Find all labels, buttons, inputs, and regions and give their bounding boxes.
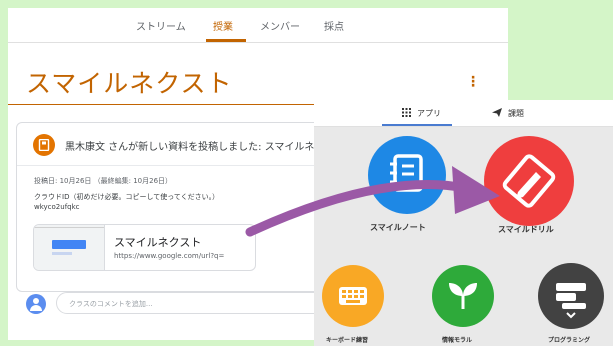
keyboard-icon: [322, 265, 384, 327]
material-icon: [33, 134, 55, 156]
tab-apps-label: アプリ: [417, 109, 441, 118]
app-information-moral[interactable]: 情報モラル: [424, 265, 504, 345]
app-label: プログラミング: [548, 337, 591, 344]
app-label: スマイルノート: [370, 223, 426, 232]
post-title[interactable]: 黒木康文 さんが新しい資料を投稿しました: スマイルネクスト: [65, 138, 344, 153]
active-tab-indicator: [206, 39, 246, 42]
post-body-text: クラウドID（初めだけ必要。コピーして使ってください。）: [34, 193, 220, 201]
blocks-icon: [538, 263, 604, 329]
grid-icon: [402, 108, 411, 117]
notebook-icon: [368, 136, 446, 214]
send-icon: [492, 108, 502, 117]
app-smile-note[interactable]: スマイルノート: [356, 136, 456, 246]
app-keyboard-practice[interactable]: キーボード練習: [314, 265, 389, 345]
launcher-tab-bar: アプリ 課題: [314, 100, 613, 127]
app-launcher-panel: アプリ 課題 スマイルノート スマイルドリル キーボード練習 情報モラル プログ…: [314, 100, 613, 346]
app-programming[interactable]: プログラミング: [532, 263, 613, 345]
pencil-icon: [484, 136, 574, 226]
tab-bar: ストリーム 授業 メンバー 採点: [8, 8, 508, 43]
tab-assignments[interactable]: 課題: [492, 108, 524, 119]
app-label: キーボード練習: [326, 337, 369, 344]
attachment-url: https://www.google.com/url?q=: [114, 252, 225, 260]
cloud-id-text: wkyco2ufqkc: [34, 203, 80, 211]
tab-stream[interactable]: ストリーム: [136, 18, 186, 33]
page-title: スマイルネクスト: [26, 69, 233, 98]
more-options-icon[interactable]: ⋮: [466, 72, 480, 92]
tab-members[interactable]: メンバー: [260, 18, 300, 33]
tab-apps[interactable]: アプリ: [402, 108, 441, 119]
comment-input[interactable]: クラスのコメントを追加...: [56, 292, 346, 314]
tab-classwork[interactable]: 授業: [213, 18, 233, 33]
post-date: 投稿日: 10月26日 （最終編集: 10月26日）: [34, 177, 173, 185]
app-label: 情報モラル: [442, 337, 473, 344]
tab-assignments-label: 課題: [508, 109, 524, 118]
sprout-icon: [432, 265, 494, 327]
app-grid: スマイルノート スマイルドリル キーボード練習 情報モラル プログラミング: [314, 127, 613, 346]
attachment-title: スマイルネクスト: [114, 236, 202, 249]
attachment-thumbnail: [34, 225, 105, 270]
link-attachment[interactable]: スマイルネクスト https://www.google.com/url?q=: [33, 224, 256, 271]
app-label: スマイルドリル: [498, 225, 554, 234]
tab-grades[interactable]: 採点: [324, 18, 344, 33]
active-tab-indicator: [382, 124, 452, 126]
avatar: [26, 294, 46, 314]
app-smile-drill[interactable]: スマイルドリル: [474, 136, 584, 246]
